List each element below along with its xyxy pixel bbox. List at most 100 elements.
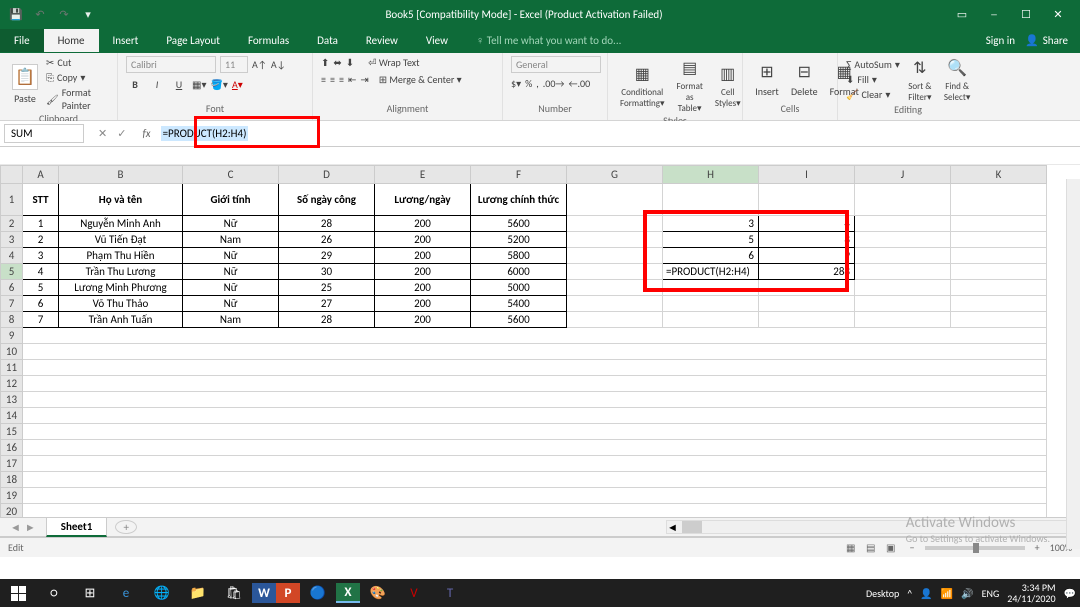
add-sheet-button[interactable]: + bbox=[115, 520, 137, 534]
col-header-J[interactable]: J bbox=[855, 166, 951, 184]
cell-A7[interactable]: 6 bbox=[23, 296, 59, 312]
cell-H4[interactable]: 6 bbox=[663, 248, 759, 264]
border-button[interactable]: ▦▾ bbox=[192, 78, 206, 91]
row-header-4[interactable]: 4 bbox=[1, 248, 23, 264]
cell-H3[interactable]: 5 bbox=[663, 232, 759, 248]
name-box[interactable]: SUM bbox=[4, 124, 84, 143]
cell-A3[interactable]: 2 bbox=[23, 232, 59, 248]
cell-A1[interactable]: STT bbox=[23, 184, 59, 216]
cell-F4[interactable]: 5800 bbox=[471, 248, 567, 264]
align-right-icon[interactable]: ≡ bbox=[339, 73, 344, 86]
cut-button[interactable]: ✂ Cut bbox=[46, 56, 109, 69]
cell-B6[interactable]: Lương Minh Phương bbox=[59, 280, 183, 296]
row-header-3[interactable]: 3 bbox=[1, 232, 23, 248]
font-size-input[interactable]: 11 bbox=[220, 56, 248, 73]
cell-E7[interactable]: 200 bbox=[375, 296, 471, 312]
word-icon[interactable]: W bbox=[252, 583, 276, 603]
cell-I2[interactable]: 4 bbox=[759, 216, 855, 232]
notifications-icon[interactable]: 💬 bbox=[1064, 587, 1076, 600]
cell-A2[interactable]: 1 bbox=[23, 216, 59, 232]
explorer-icon[interactable]: 📁 bbox=[180, 579, 216, 607]
cell-A8[interactable]: 7 bbox=[23, 312, 59, 328]
paint-icon[interactable]: 🎨 bbox=[360, 579, 396, 607]
cell-H1[interactable] bbox=[663, 184, 759, 216]
row-header-14[interactable]: 14 bbox=[1, 408, 23, 424]
delete-button[interactable]: ⊟Delete bbox=[787, 60, 822, 98]
row-header-18[interactable]: 18 bbox=[1, 472, 23, 488]
store-icon[interactable]: 🛍 bbox=[216, 579, 252, 607]
decrease-font-icon[interactable]: A↓ bbox=[271, 58, 286, 71]
cell-K3[interactable] bbox=[951, 232, 1047, 248]
row-header-12[interactable]: 12 bbox=[1, 376, 23, 392]
cell-J8[interactable] bbox=[855, 312, 951, 328]
fx-icon[interactable]: fx bbox=[136, 127, 156, 140]
horizontal-scrollbar[interactable]: ◄ bbox=[137, 520, 1080, 534]
undo-icon[interactable]: ↶ bbox=[32, 6, 48, 22]
cell-K2[interactable] bbox=[951, 216, 1047, 232]
cell-I6[interactable] bbox=[759, 280, 855, 296]
row-header-10[interactable]: 10 bbox=[1, 344, 23, 360]
row-header-19[interactable]: 19 bbox=[1, 488, 23, 504]
cell-J6[interactable] bbox=[855, 280, 951, 296]
cell-D4[interactable]: 29 bbox=[279, 248, 375, 264]
cell-I3[interactable]: 8 bbox=[759, 232, 855, 248]
col-header-C[interactable]: C bbox=[183, 166, 279, 184]
sheet-tab-1[interactable]: Sheet1 bbox=[46, 517, 108, 537]
tab-home[interactable]: Home bbox=[44, 29, 99, 52]
format-as-table-button[interactable]: ▤Format asTable▾ bbox=[673, 56, 707, 114]
align-center-icon[interactable]: ≡ bbox=[330, 73, 335, 86]
col-header-I[interactable]: I bbox=[759, 166, 855, 184]
cell-I4[interactable]: 9 bbox=[759, 248, 855, 264]
cell-F3[interactable]: 5200 bbox=[471, 232, 567, 248]
clock[interactable]: 3:34 PM 24/11/2020 bbox=[1007, 582, 1055, 604]
number-format-input[interactable]: General bbox=[511, 56, 601, 73]
cell-E4[interactable]: 200 bbox=[375, 248, 471, 264]
teams-icon[interactable]: T bbox=[432, 579, 468, 607]
cell-D2[interactable]: 28 bbox=[279, 216, 375, 232]
row-header-15[interactable]: 15 bbox=[1, 424, 23, 440]
row-header-13[interactable]: 13 bbox=[1, 392, 23, 408]
cell-K5[interactable] bbox=[951, 264, 1047, 280]
cell-C4[interactable]: Nữ bbox=[183, 248, 279, 264]
font-name-input[interactable]: Calibri bbox=[126, 56, 216, 73]
cell-B7[interactable]: Võ Thu Thảo bbox=[59, 296, 183, 312]
cell-B8[interactable]: Trần Anh Tuấn bbox=[59, 312, 183, 328]
tellme-input[interactable]: ♀ Tell me what you want to do... bbox=[462, 29, 635, 52]
align-bottom-icon[interactable]: ⬇ bbox=[346, 56, 354, 69]
cell-G8[interactable] bbox=[567, 312, 663, 328]
increase-decimal-icon[interactable]: .00→ bbox=[543, 77, 565, 90]
cell-D3[interactable]: 26 bbox=[279, 232, 375, 248]
desktop-label[interactable]: Desktop bbox=[866, 587, 899, 600]
font-color-button[interactable]: A▾ bbox=[232, 78, 243, 91]
zoom-in-icon[interactable]: + bbox=[1035, 541, 1040, 554]
task-view-icon[interactable]: ⊞ bbox=[72, 579, 108, 607]
cell-E8[interactable]: 200 bbox=[375, 312, 471, 328]
cell-G5[interactable] bbox=[567, 264, 663, 280]
zoom-out-icon[interactable]: − bbox=[910, 541, 915, 554]
tab-insert[interactable]: Insert bbox=[99, 29, 153, 52]
cell-H7[interactable] bbox=[663, 296, 759, 312]
cell-H8[interactable] bbox=[663, 312, 759, 328]
cell-D8[interactable]: 28 bbox=[279, 312, 375, 328]
cell-J1[interactable] bbox=[855, 184, 951, 216]
cell-F2[interactable]: 5600 bbox=[471, 216, 567, 232]
conditional-formatting-button[interactable]: ▦ConditionalFormatting▾ bbox=[616, 62, 669, 109]
cell-C6[interactable]: Nữ bbox=[183, 280, 279, 296]
tab-formulas[interactable]: Formulas bbox=[234, 29, 303, 52]
cell-styles-button[interactable]: ▥CellStyles▾ bbox=[711, 62, 745, 109]
maximize-icon[interactable]: ☐ bbox=[1016, 8, 1036, 21]
cell-I7[interactable] bbox=[759, 296, 855, 312]
close-icon[interactable]: ✕ bbox=[1048, 8, 1068, 21]
sheet-nav-next-icon[interactable]: ► bbox=[25, 521, 36, 534]
tab-review[interactable]: Review bbox=[352, 29, 412, 52]
copy-button[interactable]: ⎘ Copy ▾ bbox=[46, 71, 109, 84]
row-header-2[interactable]: 2 bbox=[1, 216, 23, 232]
col-header-G[interactable]: G bbox=[567, 166, 663, 184]
tab-view[interactable]: View bbox=[412, 29, 462, 52]
cell-C8[interactable]: Nam bbox=[183, 312, 279, 328]
cell-B1[interactable]: Họ và tên bbox=[59, 184, 183, 216]
cell-G4[interactable] bbox=[567, 248, 663, 264]
cell-H6[interactable] bbox=[663, 280, 759, 296]
col-header-A[interactable]: A bbox=[23, 166, 59, 184]
cell-E5[interactable]: 200 bbox=[375, 264, 471, 280]
